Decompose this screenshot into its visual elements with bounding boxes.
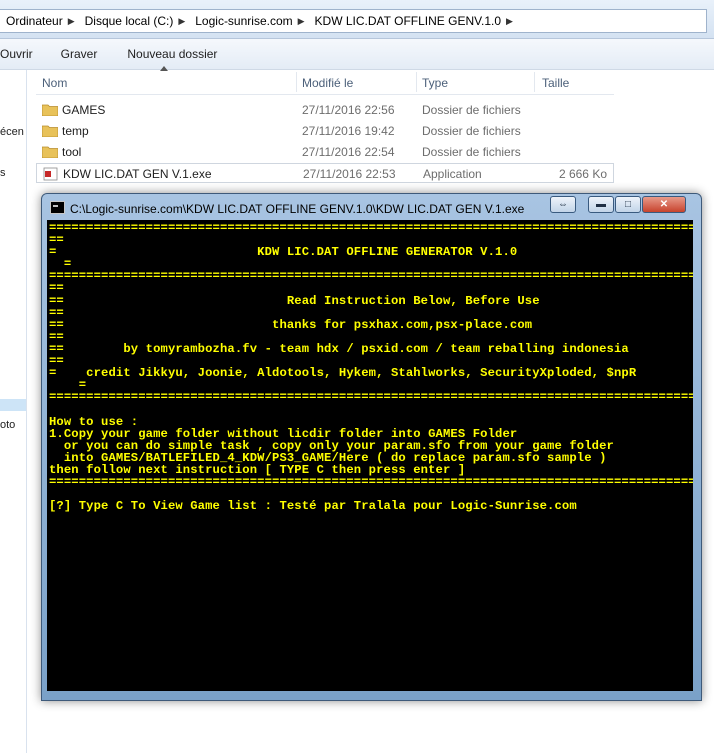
file-name: temp [62, 124, 89, 138]
console-line: == Read Instruction Below, Before Use [49, 293, 540, 308]
column-divider[interactable] [296, 72, 297, 92]
breadcrumb: Ordinateur ▶ Disque local (C:) ▶ Logic-sun… [0, 9, 707, 33]
file-date: 27/11/2016 19:42 [302, 124, 395, 138]
file-type: Application [423, 167, 482, 181]
chevron-right-icon[interactable]: ▶ [173, 16, 185, 27]
burn-button[interactable]: Graver [61, 47, 114, 61]
nav-item-recent[interactable]: écen [0, 126, 24, 138]
exe-icon [43, 167, 59, 181]
console-line: ========================================… [49, 474, 693, 489]
console-output[interactable]: ========================================… [47, 220, 693, 691]
column-header-type[interactable]: Type [422, 76, 448, 90]
file-name: GAMES [62, 103, 106, 117]
file-size: 2 666 Ko [558, 167, 607, 181]
column-header-modified[interactable]: Modifié le [302, 76, 353, 90]
breadcrumb-item[interactable]: Logic-sunrise.com ▶ [189, 14, 308, 28]
file-name: tool [62, 145, 82, 159]
console-line: = KDW LIC.DAT OFFLINE GENERATOR V.1.0 [49, 245, 518, 260]
console-line: ========================================… [49, 390, 693, 405]
file-type: Dossier de fichiers [422, 103, 521, 117]
file-date: 27/11/2016 22:53 [303, 167, 396, 181]
address-bar: Ordinateur ▶ Disque local (C:) ▶ Logic-sun… [0, 0, 714, 39]
column-divider[interactable] [534, 72, 535, 92]
breadcrumb-item[interactable]: Disque local (C:) ▶ [79, 14, 190, 28]
close-button[interactable]: ✕ [642, 196, 686, 213]
file-row-exe[interactable]: KDW LIC.DAT GEN V.1.exe 27/11/2016 22:53… [36, 163, 614, 183]
folder-icon [42, 124, 58, 137]
chevron-right-icon[interactable]: ▶ [63, 16, 75, 27]
file-row-tool[interactable]: tool 27/11/2016 22:54 Dossier de fichier… [36, 142, 614, 162]
breadcrumb-item[interactable]: Ordinateur ▶ [0, 14, 79, 28]
console-window-title: C:\Logic-sunrise.com\KDW LIC.DAT OFFLINE… [70, 202, 525, 216]
nav-item-selected[interactable] [0, 399, 26, 411]
file-date: 27/11/2016 22:56 [302, 103, 395, 117]
file-type: Dossier de fichiers [422, 145, 521, 159]
breadcrumb-item[interactable]: KDW LIC.DAT OFFLINE GENV.1.0 ▶ [309, 14, 517, 28]
chevron-right-icon[interactable]: ▶ [293, 16, 305, 27]
folder-icon [42, 145, 58, 158]
folder-icon [42, 103, 58, 116]
navigation-pane[interactable]: écen s oto [0, 70, 27, 753]
console-line: == thanks for psxhax.com,psx-place.com [49, 317, 533, 332]
console-line: = credit Jikkyu, Joonie, Aldotools, Hyke… [49, 366, 637, 381]
file-name: KDW LIC.DAT GEN V.1.exe [63, 167, 212, 181]
file-row-games[interactable]: GAMES 27/11/2016 22:56 Dossier de fichie… [36, 100, 614, 120]
chevron-right-icon[interactable]: ▶ [501, 16, 513, 27]
console-line: == by tomyrambozha.fv - team hdx / psxid… [49, 341, 629, 356]
minimize-button[interactable]: ▬ [588, 196, 614, 213]
open-button[interactable]: Ouvrir [0, 47, 49, 61]
console-window[interactable]: C:\Logic-sunrise.com\KDW LIC.DAT OFFLINE… [41, 193, 702, 701]
console-line: ========================================… [49, 221, 693, 235]
column-headers: Nom Modifié le Type Taille [36, 70, 614, 95]
column-header-size[interactable]: Taille [542, 76, 569, 90]
column-header-name[interactable]: Nom [42, 76, 67, 90]
column-divider[interactable] [416, 72, 417, 92]
file-date: 27/11/2016 22:54 [302, 145, 395, 159]
console-line: ========================================… [49, 269, 693, 284]
file-type: Dossier de fichiers [422, 124, 521, 138]
console-line: [?] Type C To View Game list : Testé par… [49, 499, 577, 514]
command-toolbar: Ouvrir Graver Nouveau dossier [0, 39, 714, 70]
new-folder-button[interactable]: Nouveau dossier [127, 47, 233, 61]
nav-item[interactable]: s [0, 167, 6, 179]
restore-size-button[interactable]: ⇔ [550, 196, 576, 213]
maximize-button[interactable]: □ [615, 196, 641, 213]
nav-item-photos[interactable]: oto [0, 419, 15, 431]
console-icon[interactable] [50, 201, 65, 214]
console-text: ========================================… [49, 222, 693, 512]
file-row-temp[interactable]: temp 27/11/2016 19:42 Dossier de fichier… [36, 121, 614, 141]
